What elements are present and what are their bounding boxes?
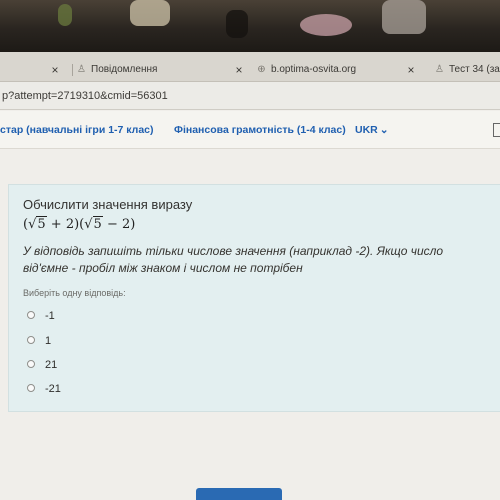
tab-test[interactable]: ♙ Тест 34 (за уч [434, 58, 500, 82]
radio-button[interactable] [27, 311, 35, 320]
address-bar[interactable]: p?attempt=2719310&cmid=56301 [0, 82, 500, 110]
option-label: -21 [45, 383, 61, 395]
nav-link-financial-literacy[interactable]: Фінансова грамотність (1-4 клас) [174, 111, 346, 149]
language-label: UKR [355, 124, 378, 136]
answer-option[interactable]: 1 [27, 333, 51, 349]
background-object [300, 14, 352, 36]
answer-option[interactable]: -1 [27, 308, 55, 324]
tab-label: Повідомлення [91, 64, 158, 75]
math-part: − 2) [102, 217, 136, 232]
close-tab-icon[interactable]: × [404, 58, 418, 82]
tab-messages[interactable]: ♙ Повідомлення [76, 58, 226, 82]
radio-button[interactable] [27, 336, 35, 345]
answer-option[interactable]: -21 [27, 381, 61, 397]
browser-window: × ♙ Повідомлення × ⊕ b.optima-osvita.org ×… [0, 52, 500, 500]
menu-icon[interactable] [493, 123, 500, 137]
background-object [130, 0, 170, 26]
question-instruction: У відповідь запишіть тільки числове знач… [23, 244, 444, 275]
answer-option[interactable]: 21 [27, 357, 57, 373]
question-title: Обчислити значення виразу [23, 197, 193, 212]
math-part: + 2)( [46, 217, 85, 232]
math-expression: (√5 + 2)(√5 − 2) [23, 216, 136, 232]
url-text: p?attempt=2719310&cmid=56301 [2, 90, 168, 102]
close-tab-icon[interactable]: × [48, 58, 62, 82]
tab-label: Тест 34 (за уч [449, 64, 500, 75]
language-selector[interactable]: UKR ⌄ [355, 111, 389, 149]
radical-sign: √ [84, 217, 93, 232]
person-icon: ♙ [435, 64, 444, 75]
option-label: 1 [45, 335, 52, 347]
question-card: Обчислити значення виразу (√5 + 2)(√5 − … [8, 184, 500, 412]
radio-button[interactable] [27, 384, 35, 393]
close-tab-icon[interactable]: × [232, 58, 246, 82]
radio-button[interactable] [27, 360, 35, 369]
radicand: 5 [92, 216, 103, 232]
option-label: 21 [45, 359, 58, 371]
tab-bar: × ♙ Повідомлення × ⊕ b.optima-osvita.org ×… [0, 52, 500, 82]
tab-optima[interactable]: ⊕ b.optima-osvita.org [256, 58, 396, 82]
nav-link-games[interactable]: стар (навчальні ігри 1-7 клас) [0, 111, 154, 149]
person-icon: ♙ [77, 64, 86, 75]
choose-label: Виберіть одну відповідь: [23, 288, 126, 298]
site-nav: стар (навчальні ігри 1-7 клас) Фінансова… [0, 111, 500, 149]
option-label: -1 [45, 310, 55, 322]
tab-label: b.optima-osvita.org [271, 64, 357, 75]
chevron-down-icon: ⌄ [379, 124, 389, 136]
background-object [382, 0, 426, 34]
next-button[interactable] [196, 488, 282, 500]
monitor-bezel [0, 0, 500, 52]
tab-separator [72, 64, 73, 76]
background-object [58, 4, 72, 26]
radicand: 5 [36, 216, 47, 232]
background-object [226, 10, 248, 38]
globe-icon: ⊕ [257, 64, 266, 75]
